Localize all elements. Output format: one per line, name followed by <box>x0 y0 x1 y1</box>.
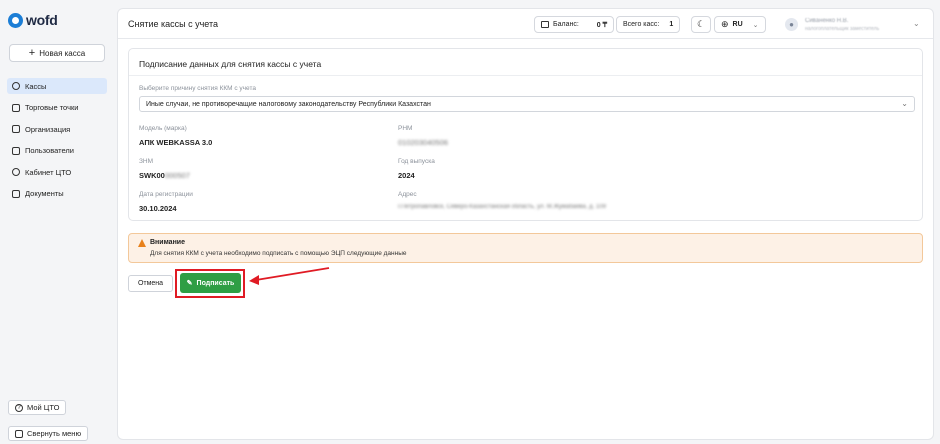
user-avatar-icon[interactable]: ● <box>785 18 798 31</box>
sidebar-item-documents[interactable]: Документы <box>7 186 107 202</box>
new-cash-register-label: Новая касса <box>39 48 86 58</box>
year-value: 2024 <box>398 171 415 180</box>
balance-value: 0 ₸ <box>596 21 608 29</box>
header: Снятие кассы с учета Баланс: 0 ₸ Всего к… <box>118 9 933 39</box>
divider <box>129 75 922 76</box>
sidebar-item-cash-registers[interactable]: Кассы <box>7 78 107 94</box>
sidebar-item-label: Кассы <box>25 81 47 91</box>
sidebar-item-users[interactable]: Пользователи <box>7 143 107 159</box>
address-label: Адрес <box>398 191 417 198</box>
year-label: Год выпуска <box>398 158 435 165</box>
new-cash-register-button[interactable]: + Новая касса <box>9 44 105 62</box>
total-registers-label: Всего касс: <box>623 21 660 28</box>
wallet-icon <box>541 21 549 28</box>
sidebar-item-organization[interactable]: Организация <box>7 121 107 137</box>
briefcase-icon <box>12 125 20 133</box>
sign-button-label: Подписать <box>196 279 235 287</box>
language-value: RU <box>732 21 743 28</box>
model-label: Модель (марка) <box>139 125 187 132</box>
reason-label: Выберите причину снятия ККМ с учета <box>139 85 256 92</box>
collapse-menu-label: Свернуть меню <box>27 429 82 438</box>
sidebar-item-label: Организация <box>25 124 71 134</box>
sidebar-item-label: Торговые точки <box>25 103 79 112</box>
my-cto-button[interactable]: ? Мой ЦТО <box>8 400 67 415</box>
reason-value: Иные случаи, не противоречащие налоговом… <box>146 100 431 108</box>
main-content: Снятие кассы с учета Баланс: 0 ₸ Всего к… <box>117 8 934 440</box>
pen-icon: ✎ <box>186 280 193 287</box>
registration-date-value: 30.10.2024 <box>139 204 177 213</box>
total-registers-value: 1 <box>669 21 674 28</box>
page-title: Снятие кассы с учета <box>128 19 219 29</box>
cancel-button[interactable]: Отмена <box>128 275 173 292</box>
sidebar-item-label: Пользователи <box>25 146 74 155</box>
znm-value-prefix: SWK00 <box>139 171 165 180</box>
warning-banner: Внимание Для снятия ККМ с учета необходи… <box>128 233 923 263</box>
logo-icon <box>8 12 23 28</box>
address-value: г.Петропавловск, Северо-Казахстанская об… <box>398 204 606 210</box>
znm-label: ЗНМ <box>139 158 154 165</box>
store-icon <box>12 103 20 112</box>
chevron-down-icon: ⌄ <box>752 21 759 29</box>
total-registers-button[interactable]: Всего касс: 1 <box>616 16 681 33</box>
sidebar-item-cto-cabinet[interactable]: Кабинет ЦТО <box>7 164 107 180</box>
document-icon <box>12 189 20 198</box>
sidebar-item-label: Документы <box>25 189 64 198</box>
help-icon: ? <box>15 403 23 412</box>
language-select[interactable]: ⊕ RU ⌄ <box>714 16 766 33</box>
warning-text: Для снятия ККМ с учета необходимо подпис… <box>150 250 407 257</box>
znm-value-hidden: 000507 <box>164 171 190 180</box>
globe-icon: ⊕ <box>721 19 729 29</box>
cash-register-icon <box>12 82 20 90</box>
moon-icon: ☾ <box>697 19 706 29</box>
model-value: АПК WEBKASSA 3.0 <box>139 138 213 147</box>
sidebar-nav: Кассы Торговые точки Организация Пользов… <box>7 78 107 207</box>
sidebar-item-label: Кабинет ЦТО <box>25 167 72 177</box>
logo[interactable]: wofd <box>8 12 58 28</box>
theme-toggle-button[interactable]: ☾ <box>691 16 712 33</box>
sign-button[interactable]: ✎ Подписать <box>180 273 241 293</box>
deregistration-form: Подписание данных для снятия кассы с уче… <box>128 48 923 221</box>
warning-icon <box>138 239 146 247</box>
balance-button[interactable]: Баланс: 0 ₸ <box>534 16 615 33</box>
logo-text: wofd <box>26 12 58 28</box>
registration-date-label: Дата регистрации <box>139 191 193 198</box>
rnm-label: РНМ <box>398 125 413 132</box>
plus-icon: + <box>28 46 36 59</box>
user-role: налогоплательщик заместитель <box>805 26 880 32</box>
user-menu-chevron-icon[interactable]: ⌄ <box>913 19 920 28</box>
users-icon <box>12 146 20 155</box>
user-name: Сиваненко Н.В. <box>805 18 849 24</box>
collapse-menu-button[interactable]: Свернуть меню <box>8 426 89 441</box>
form-title: Подписание данных для снятия кассы с уче… <box>139 59 322 69</box>
rnm-value: 010203040506 <box>398 138 449 147</box>
collapse-icon <box>15 429 23 438</box>
service-center-icon <box>12 168 20 176</box>
sidebar: wofd + Новая касса Кассы Торговые точки … <box>0 0 114 444</box>
my-cto-label: Мой ЦТО <box>27 403 60 412</box>
sidebar-item-stores[interactable]: Торговые точки <box>7 100 107 116</box>
warning-title: Внимание <box>150 239 185 246</box>
chevron-down-icon: ⌄ <box>901 99 908 108</box>
balance-label: Баланс: <box>553 21 579 28</box>
znm-value: SWK00000507 <box>139 171 190 180</box>
reason-select[interactable]: Иные случаи, не противоречащие налоговом… <box>139 96 915 112</box>
